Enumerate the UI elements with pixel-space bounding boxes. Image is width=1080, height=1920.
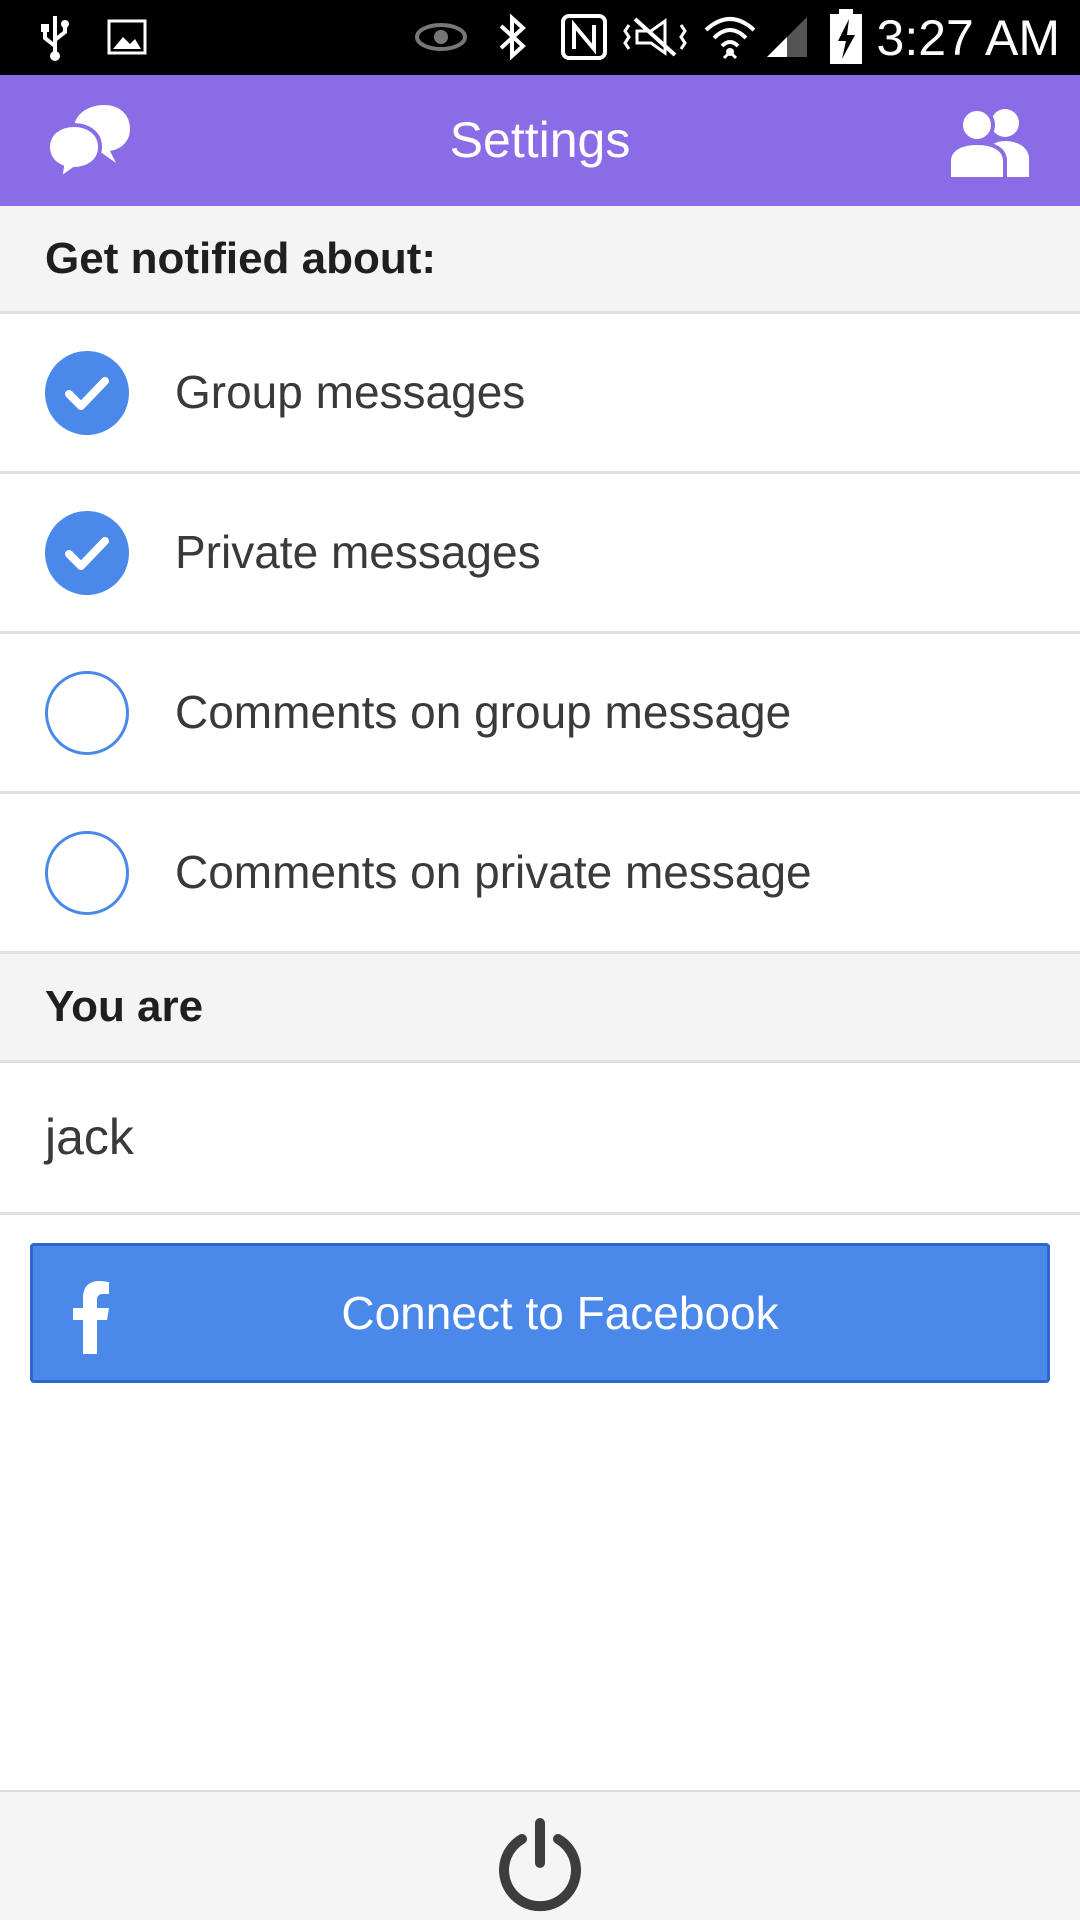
option-group-messages[interactable]: Group messages — [0, 314, 1080, 474]
checkbox-checked-icon[interactable] — [45, 351, 129, 435]
image-icon — [105, 12, 149, 62]
connect-facebook-label: Connect to Facebook — [341, 1287, 779, 1339]
identity-section-header: You are — [0, 954, 1080, 1063]
status-time: 3:27 AM — [876, 10, 1060, 66]
power-icon[interactable] — [490, 1817, 590, 1917]
bottom-bar — [0, 1790, 1080, 1920]
option-private-messages[interactable]: Private messages — [0, 474, 1080, 634]
notifications-section-header: Get notified about: — [0, 206, 1080, 314]
username: jack — [45, 1109, 134, 1165]
username-row: jack — [0, 1063, 1080, 1215]
page-title: Settings — [449, 112, 631, 168]
option-comments-group[interactable]: Comments on group message — [0, 634, 1080, 794]
app-bar: Settings — [0, 75, 1080, 206]
usb-icon — [30, 12, 80, 62]
option-label: Private messages — [175, 526, 541, 578]
option-label: Comments on private message — [175, 846, 812, 898]
notifications-header-label: Get notified about: — [45, 234, 437, 283]
option-comments-private[interactable]: Comments on private message — [0, 794, 1080, 954]
eye-icon — [412, 12, 470, 62]
connect-facebook-button[interactable]: Connect to Facebook — [30, 1243, 1050, 1383]
battery-charging-icon — [826, 9, 866, 64]
nfc-icon — [558, 12, 610, 62]
identity-header-label: You are — [45, 982, 204, 1031]
bluetooth-icon — [492, 12, 532, 62]
wifi-icon — [700, 12, 760, 62]
checkbox-checked-icon[interactable] — [45, 511, 129, 595]
signal-icon — [762, 12, 812, 62]
vibrate-icon — [620, 12, 690, 62]
option-label: Comments on group message — [175, 686, 792, 738]
checkbox-unchecked-icon[interactable] — [45, 831, 129, 915]
status-bar: 3:27 AM — [0, 0, 1080, 75]
option-label: Group messages — [175, 366, 526, 418]
users-icon[interactable] — [940, 95, 1040, 187]
checkbox-unchecked-icon[interactable] — [45, 671, 129, 755]
